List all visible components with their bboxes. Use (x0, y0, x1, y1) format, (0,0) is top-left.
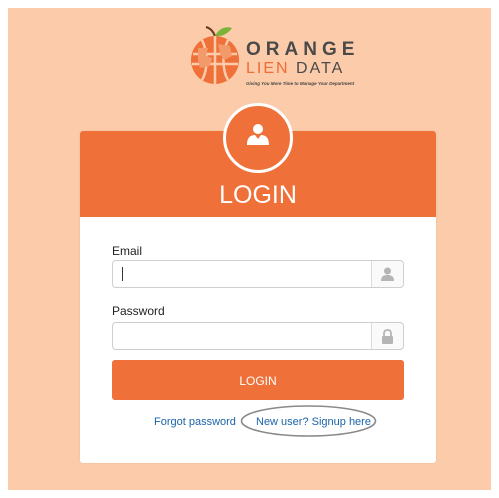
user-avatar-icon (247, 124, 269, 145)
login-button[interactable]: LOGIN (112, 360, 404, 400)
avatar (223, 103, 293, 173)
user-icon (381, 267, 394, 281)
brand-name-line1: ORANGE (246, 39, 360, 60)
brand-name-lien: LIEN (246, 60, 290, 77)
email-addon (371, 261, 403, 287)
forgot-password-link[interactable]: Forgot password (154, 416, 236, 429)
page-background: ORANGE LIEN DATA Giving You More Time to… (8, 8, 491, 490)
password-label: Password (112, 304, 165, 318)
login-card: LOGIN Email Password LOGIN Forgot passwo… (80, 103, 436, 463)
password-input[interactable] (119, 326, 373, 348)
orange-globe-logo-icon (191, 26, 239, 84)
annotation-circle (240, 405, 377, 437)
text-cursor (122, 267, 123, 281)
password-field[interactable] (112, 322, 404, 350)
email-label: Email (112, 244, 143, 258)
email-field[interactable] (112, 260, 404, 288)
login-title: LOGIN (219, 181, 297, 209)
email-input[interactable] (119, 264, 373, 286)
lock-icon (382, 329, 393, 344)
brand-name-data: DATA (296, 60, 345, 77)
brand-logo: ORANGE LIEN DATA Giving You More Time to… (188, 26, 354, 90)
brand-name-line2: LIEN DATA (246, 61, 344, 77)
password-addon (371, 323, 403, 349)
brand-tagline: Giving You More Time to Manage Your Depa… (246, 81, 355, 86)
